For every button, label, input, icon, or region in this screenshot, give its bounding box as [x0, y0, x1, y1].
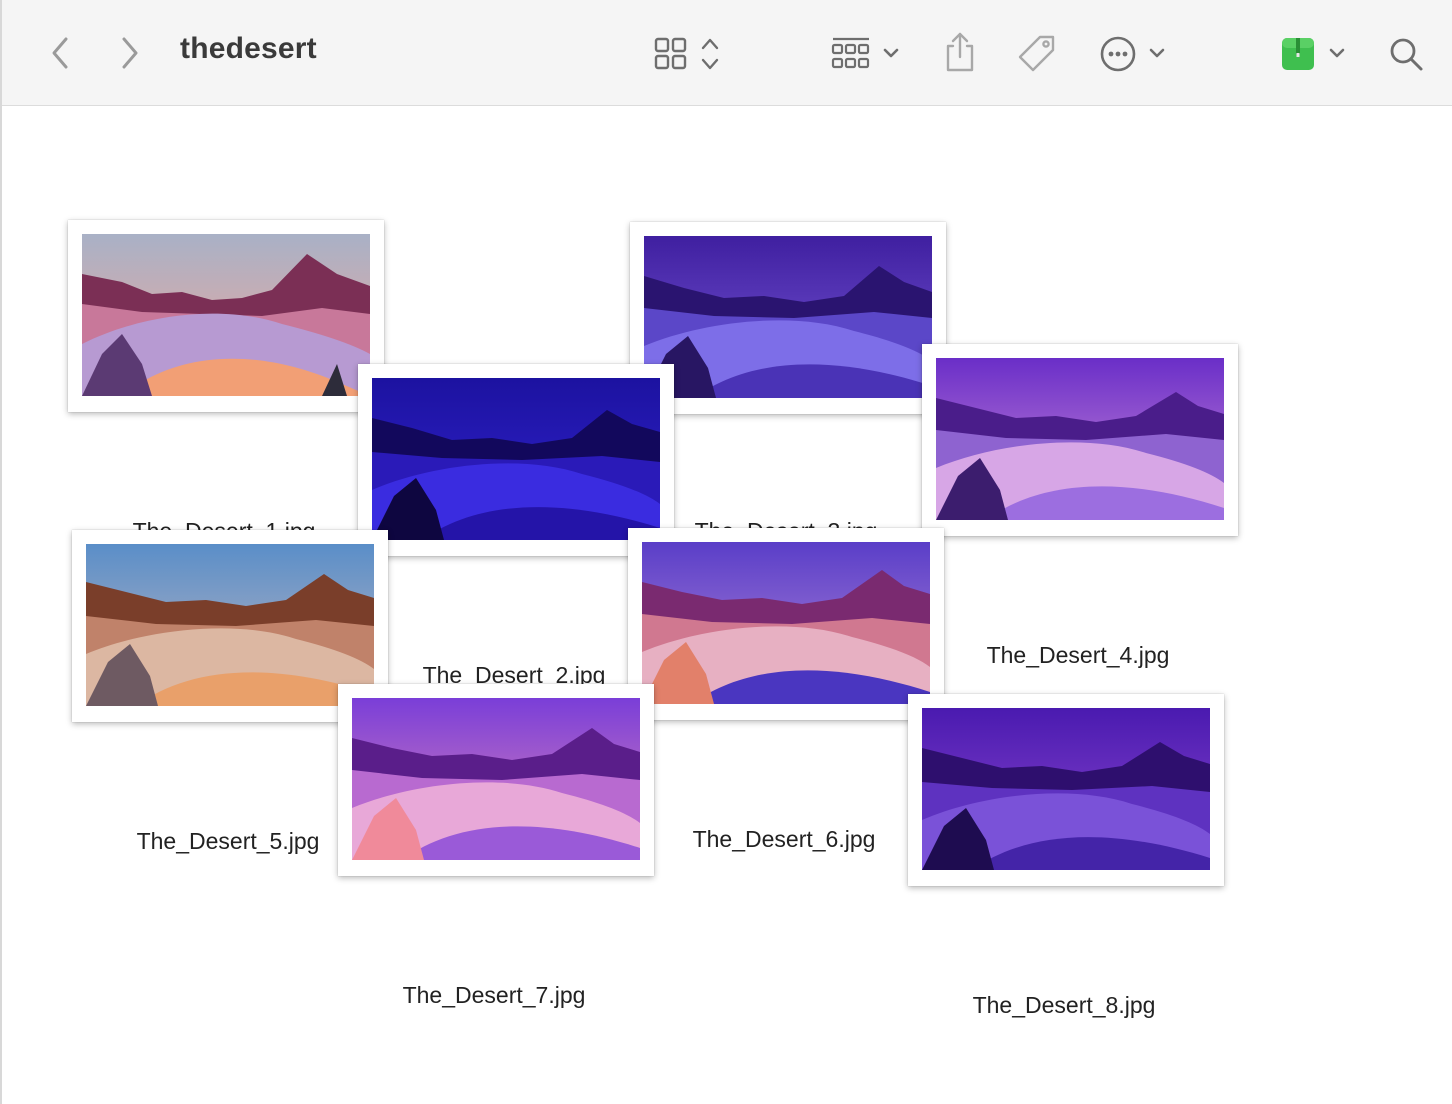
- file-thumbnail-8[interactable]: [908, 694, 1224, 886]
- file-name[interactable]: The_Desert_7.jpg: [364, 982, 624, 1009]
- desert-image: [352, 698, 640, 860]
- chevron-right-icon[interactable]: [112, 34, 148, 72]
- icon-grid-view-icon[interactable]: [650, 34, 726, 74]
- file-thumbnail-2[interactable]: [358, 364, 674, 556]
- chevron-left-icon[interactable]: [42, 34, 78, 72]
- group-by-icon[interactable]: [828, 34, 906, 74]
- share-icon[interactable]: [940, 30, 980, 74]
- file-name[interactable]: The_Desert_5.jpg: [98, 828, 358, 855]
- file-thumbnail-4[interactable]: [922, 344, 1238, 536]
- tag-icon[interactable]: [1014, 32, 1060, 76]
- toolbar: thedesert: [2, 0, 1452, 106]
- file-thumbnail-7[interactable]: [338, 684, 654, 876]
- desert-image: [936, 358, 1224, 520]
- ellipsis-circle-icon[interactable]: [1096, 32, 1172, 76]
- file-name[interactable]: The_Desert_4.jpg: [948, 642, 1208, 669]
- desert-image: [372, 378, 660, 540]
- file-thumbnail-3[interactable]: [630, 222, 946, 414]
- archive-app-icon[interactable]: [1276, 34, 1352, 74]
- file-name[interactable]: The_Desert_6.jpg: [654, 826, 914, 853]
- file-thumbnail-6[interactable]: [628, 528, 944, 720]
- file-grid: The_Desert_1.jpg The_Desert_3.jpg The_De…: [2, 106, 1452, 1104]
- desert-image: [86, 544, 374, 706]
- desert-image: [82, 234, 370, 396]
- file-thumbnail-1[interactable]: [68, 220, 384, 412]
- desert-image: [922, 708, 1210, 870]
- file-name[interactable]: The_Desert_8.jpg: [934, 992, 1194, 1019]
- window-title: thedesert: [180, 32, 317, 65]
- search-icon[interactable]: [1386, 34, 1426, 74]
- desert-image: [644, 236, 932, 398]
- finder-window: thedesert The_Desert_2.jpg The_Desert_4.…: [0, 0, 1452, 1104]
- desert-image: [642, 542, 930, 704]
